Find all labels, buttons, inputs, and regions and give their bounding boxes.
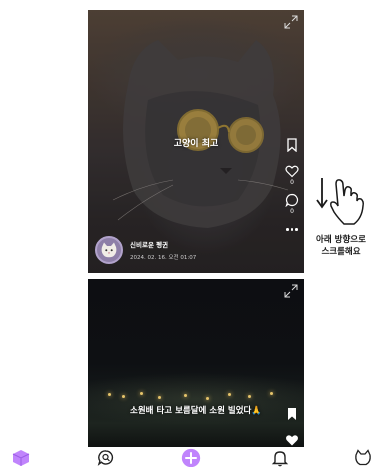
action-rail — [284, 407, 300, 447]
scroll-hint-line2: 스크롤해요 — [321, 247, 361, 257]
night-river-photo — [88, 279, 304, 447]
bell-icon — [271, 451, 289, 467]
author-name[interactable]: 신비로운 펭귄 — [130, 239, 196, 249]
home-box-icon — [12, 450, 30, 466]
expand-icon[interactable] — [284, 284, 298, 298]
avatar[interactable] — [95, 236, 123, 264]
action-rail: 0 0 — [284, 138, 300, 231]
feed-card[interactable]: 소원배 타고 보름달에 소원 빌었다🙏 — [88, 279, 304, 447]
comment-count: 0 — [290, 208, 294, 215]
tab-home[interactable] — [11, 449, 31, 467]
comment-icon[interactable] — [285, 193, 299, 207]
scroll-hint-line1: 아래 방향으로 — [316, 235, 366, 245]
tab-profile[interactable] — [353, 449, 371, 467]
feed-card[interactable]: 고양이 최고 0 0 신비로운 펭귄 2024. 02. 16. 오전 01:0… — [88, 10, 304, 273]
tab-notifications[interactable] — [270, 449, 290, 467]
bookmark-icon[interactable] — [285, 138, 299, 152]
tab-add[interactable] — [181, 448, 201, 467]
heart-icon[interactable] — [285, 164, 299, 178]
bookmark-icon[interactable] — [285, 407, 299, 421]
scroll-hint-text: 아래 방향으로 스크롤해요 — [307, 234, 371, 258]
cat-profile-icon — [355, 449, 371, 466]
swipe-hand-icon — [316, 178, 364, 225]
search-chat-icon — [97, 450, 114, 466]
add-icon — [181, 448, 201, 467]
expand-icon[interactable] — [284, 15, 298, 29]
tab-search[interactable] — [96, 449, 116, 467]
heart-icon[interactable] — [285, 433, 299, 447]
author-row[interactable]: 신비로운 펭귄 2024. 02. 16. 오전 01:07 — [95, 236, 196, 264]
more-icon[interactable] — [286, 228, 298, 231]
post-caption: 소원배 타고 보름달에 소원 빌었다🙏 — [130, 406, 262, 416]
post-date: 2024. 02. 16. 오전 01:07 — [130, 255, 197, 261]
like-count: 0 — [290, 179, 294, 186]
cat-avatar-icon — [101, 242, 117, 258]
tab-bar — [0, 447, 371, 467]
post-caption: 고양이 최고 — [173, 139, 219, 149]
